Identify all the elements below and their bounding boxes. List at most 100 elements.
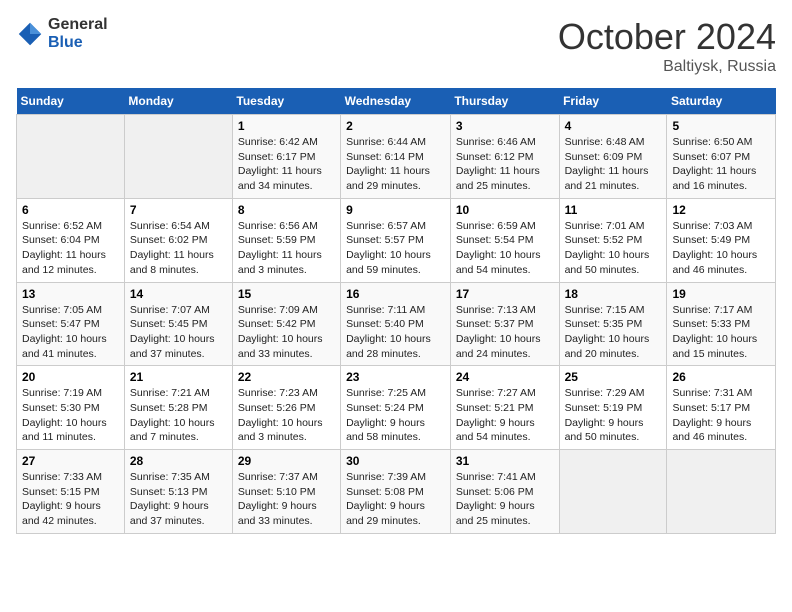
day-number: 23 (346, 370, 445, 384)
day-number: 7 (130, 203, 227, 217)
calendar-cell: 22 Sunrise: 7:23 AM Sunset: 5:26 PM Dayli… (232, 366, 340, 450)
day-number: 24 (456, 370, 554, 384)
day-info: Sunrise: 7:03 AM Sunset: 5:49 PM Dayligh… (672, 219, 770, 278)
day-info: Sunrise: 7:31 AM Sunset: 5:17 PM Dayligh… (672, 386, 770, 445)
day-info: Sunrise: 7:39 AM Sunset: 5:08 PM Dayligh… (346, 470, 445, 529)
day-info: Sunrise: 7:01 AM Sunset: 5:52 PM Dayligh… (565, 219, 662, 278)
calendar-cell: 20 Sunrise: 7:19 AM Sunset: 5:30 PM Dayli… (17, 366, 125, 450)
calendar-cell: 25Sunrise: 7:29 AM Sunset: 5:19 PM Dayli… (559, 366, 667, 450)
day-number: 5 (672, 119, 770, 133)
day-number: 9 (346, 203, 445, 217)
calendar-cell (17, 115, 125, 199)
day-number: 28 (130, 454, 227, 468)
calendar-cell: 21Sunrise: 7:21 AM Sunset: 5:28 PM Dayli… (124, 366, 232, 450)
calendar-cell: 29 Sunrise: 7:37 AM Sunset: 5:10 PM Dayli… (232, 450, 340, 534)
calendar-cell: 4 Sunrise: 6:48 AM Sunset: 6:09 PM Daylig… (559, 115, 667, 199)
calendar-week-0: 1 Sunrise: 6:42 AM Sunset: 6:17 PM Daylig… (17, 115, 776, 199)
day-info: Sunrise: 7:33 AM Sunset: 5:15 PM Dayligh… (22, 470, 119, 529)
day-info: Sunrise: 7:37 AM Sunset: 5:10 PM Dayligh… (238, 470, 335, 529)
day-info: Sunrise: 7:05 AM Sunset: 5:47 PM Dayligh… (22, 303, 119, 362)
day-info: Sunrise: 7:41 AM Sunset: 5:06 PM Dayligh… (456, 470, 554, 529)
day-number: 30 (346, 454, 445, 468)
day-number: 26 (672, 370, 770, 384)
calendar-cell: 16 Sunrise: 7:11 AM Sunset: 5:40 PM Dayli… (341, 282, 451, 366)
page-header: General Blue October 2024 Baltiysk, Russ… (16, 16, 776, 76)
logo-general: General (48, 16, 108, 34)
header-row: SundayMondayTuesdayWednesdayThursdayFrid… (17, 88, 776, 115)
day-number: 6 (22, 203, 119, 217)
calendar-cell: 8 Sunrise: 6:56 AM Sunset: 5:59 PM Daylig… (232, 198, 340, 282)
day-number: 17 (456, 287, 554, 301)
day-number: 29 (238, 454, 335, 468)
day-info: Sunrise: 7:07 AM Sunset: 5:45 PM Dayligh… (130, 303, 227, 362)
calendar-cell: 1 Sunrise: 6:42 AM Sunset: 6:17 PM Daylig… (232, 115, 340, 199)
day-number: 1 (238, 119, 335, 133)
day-info: Sunrise: 7:13 AM Sunset: 5:37 PM Dayligh… (456, 303, 554, 362)
day-info: Sunrise: 6:56 AM Sunset: 5:59 PM Dayligh… (238, 219, 335, 278)
calendar-cell: 31 Sunrise: 7:41 AM Sunset: 5:06 PM Dayli… (450, 450, 559, 534)
day-number: 20 (22, 370, 119, 384)
calendar-week-1: 6Sunrise: 6:52 AM Sunset: 6:04 PM Daylig… (17, 198, 776, 282)
header-wednesday: Wednesday (341, 88, 451, 115)
calendar-cell: 12 Sunrise: 7:03 AM Sunset: 5:49 PM Dayli… (667, 198, 776, 282)
day-number: 4 (565, 119, 662, 133)
day-number: 3 (456, 119, 554, 133)
day-number: 18 (565, 287, 662, 301)
header-tuesday: Tuesday (232, 88, 340, 115)
day-info: Sunrise: 7:11 AM Sunset: 5:40 PM Dayligh… (346, 303, 445, 362)
title-block: October 2024 Baltiysk, Russia (558, 16, 776, 76)
calendar-cell: 24 Sunrise: 7:27 AM Sunset: 5:21 PM Dayli… (450, 366, 559, 450)
day-info: Sunrise: 6:54 AM Sunset: 6:02 PM Dayligh… (130, 219, 227, 278)
calendar-cell: 2 Sunrise: 6:44 AM Sunset: 6:14 PM Daylig… (341, 115, 451, 199)
day-info: Sunrise: 6:57 AM Sunset: 5:57 PM Dayligh… (346, 219, 445, 278)
day-number: 13 (22, 287, 119, 301)
logo: General Blue (16, 16, 108, 51)
calendar-week-2: 13 Sunrise: 7:05 AM Sunset: 5:47 PM Dayli… (17, 282, 776, 366)
calendar-cell: 6Sunrise: 6:52 AM Sunset: 6:04 PM Daylig… (17, 198, 125, 282)
calendar-cell: 28Sunrise: 7:35 AM Sunset: 5:13 PM Dayli… (124, 450, 232, 534)
calendar-cell: 13 Sunrise: 7:05 AM Sunset: 5:47 PM Dayli… (17, 282, 125, 366)
day-info: Sunrise: 6:44 AM Sunset: 6:14 PM Dayligh… (346, 135, 445, 194)
day-number: 22 (238, 370, 335, 384)
calendar-cell: 11 Sunrise: 7:01 AM Sunset: 5:52 PM Dayli… (559, 198, 667, 282)
calendar-cell: 17 Sunrise: 7:13 AM Sunset: 5:37 PM Dayli… (450, 282, 559, 366)
header-monday: Monday (124, 88, 232, 115)
day-number: 11 (565, 203, 662, 217)
day-number: 16 (346, 287, 445, 301)
day-info: Sunrise: 7:19 AM Sunset: 5:30 PM Dayligh… (22, 386, 119, 445)
day-info: Sunrise: 6:48 AM Sunset: 6:09 PM Dayligh… (565, 135, 662, 194)
calendar-location: Baltiysk, Russia (558, 58, 776, 76)
day-number: 31 (456, 454, 554, 468)
day-number: 2 (346, 119, 445, 133)
day-info: Sunrise: 7:23 AM Sunset: 5:26 PM Dayligh… (238, 386, 335, 445)
day-info: Sunrise: 6:46 AM Sunset: 6:12 PM Dayligh… (456, 135, 554, 194)
day-info: Sunrise: 7:09 AM Sunset: 5:42 PM Dayligh… (238, 303, 335, 362)
logo-icon (16, 20, 44, 48)
day-number: 10 (456, 203, 554, 217)
calendar-cell: 27Sunrise: 7:33 AM Sunset: 5:15 PM Dayli… (17, 450, 125, 534)
calendar-cell: 3 Sunrise: 6:46 AM Sunset: 6:12 PM Daylig… (450, 115, 559, 199)
day-number: 12 (672, 203, 770, 217)
calendar-table: SundayMondayTuesdayWednesdayThursdayFrid… (16, 88, 776, 534)
day-info: Sunrise: 6:42 AM Sunset: 6:17 PM Dayligh… (238, 135, 335, 194)
calendar-week-3: 20 Sunrise: 7:19 AM Sunset: 5:30 PM Dayli… (17, 366, 776, 450)
calendar-cell: 19Sunrise: 7:17 AM Sunset: 5:33 PM Dayli… (667, 282, 776, 366)
calendar-cell: 23Sunrise: 7:25 AM Sunset: 5:24 PM Dayli… (341, 366, 451, 450)
day-number: 14 (130, 287, 227, 301)
header-saturday: Saturday (667, 88, 776, 115)
header-thursday: Thursday (450, 88, 559, 115)
day-info: Sunrise: 6:59 AM Sunset: 5:54 PM Dayligh… (456, 219, 554, 278)
day-number: 15 (238, 287, 335, 301)
calendar-cell: 7 Sunrise: 6:54 AM Sunset: 6:02 PM Daylig… (124, 198, 232, 282)
calendar-cell: 5Sunrise: 6:50 AM Sunset: 6:07 PM Daylig… (667, 115, 776, 199)
day-info: Sunrise: 7:27 AM Sunset: 5:21 PM Dayligh… (456, 386, 554, 445)
calendar-header: SundayMondayTuesdayWednesdayThursdayFrid… (17, 88, 776, 115)
day-info: Sunrise: 7:29 AM Sunset: 5:19 PM Dayligh… (565, 386, 662, 445)
header-friday: Friday (559, 88, 667, 115)
day-number: 8 (238, 203, 335, 217)
day-info: Sunrise: 7:15 AM Sunset: 5:35 PM Dayligh… (565, 303, 662, 362)
calendar-cell: 15 Sunrise: 7:09 AM Sunset: 5:42 PM Dayli… (232, 282, 340, 366)
calendar-cell: 10 Sunrise: 6:59 AM Sunset: 5:54 PM Dayli… (450, 198, 559, 282)
day-info: Sunrise: 7:21 AM Sunset: 5:28 PM Dayligh… (130, 386, 227, 445)
calendar-cell (124, 115, 232, 199)
